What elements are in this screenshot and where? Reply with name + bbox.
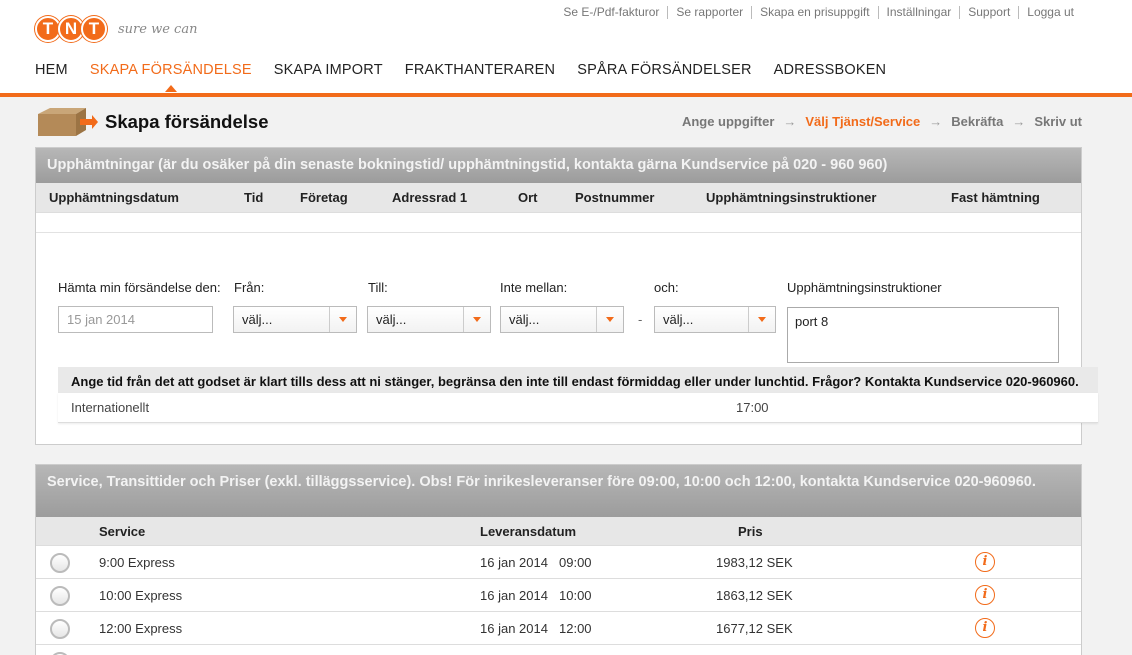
nav-track-shipments[interactable]: SPÅRA FÖRSÄNDELSER: [577, 62, 751, 78]
from-time-select[interactable]: välj...: [233, 306, 357, 333]
service-name: 10:00 Express: [99, 588, 183, 603]
services-panel: Service, Transittider och Priser (exkl. …: [35, 464, 1082, 655]
tnt-logo[interactable]: T N T sure we can: [35, 16, 197, 42]
delivery-time: 09:00: [559, 555, 592, 570]
services-table-header: Service Leveransdatum Pris: [36, 517, 1081, 546]
logo-slogan: sure we can: [118, 21, 198, 37]
step-arrow-icon: →: [1012, 114, 1026, 129]
service-row-partial[interactable]: [36, 645, 1081, 655]
date-label: Hämta min försändelse den:: [58, 280, 221, 295]
chevron-down-icon: [748, 307, 775, 332]
top-links: Se E-/Pdf-fakturor Se rapporter Skapa en…: [555, 6, 1082, 19]
col-postcode: Postnummer: [575, 190, 655, 205]
col-company: Företag: [300, 190, 348, 205]
intl-label: Internationellt: [71, 400, 150, 415]
international-cutoff-row: Internationellt 17:00: [58, 393, 1098, 423]
instructions-label: Upphämtningsinstruktioner: [787, 280, 942, 295]
to-time-value: välj...: [376, 312, 407, 327]
pickup-date-input[interactable]: 15 jan 2014: [58, 306, 213, 333]
delivery-date: 16 jan 2014: [480, 621, 548, 636]
info-icon[interactable]: i: [975, 585, 995, 605]
service-radio[interactable]: [50, 619, 70, 639]
service-radio[interactable]: [50, 553, 70, 573]
info-icon[interactable]: i: [975, 552, 995, 572]
col-instructions: Upphämtningsinstruktioner: [706, 190, 877, 205]
and-time-value: välj...: [663, 312, 694, 327]
link-support[interactable]: Support: [959, 6, 1018, 19]
range-dash: -: [638, 312, 643, 327]
service-price: 1983,12 SEK: [716, 555, 793, 570]
link-reports[interactable]: Se rapporter: [667, 6, 751, 19]
service-price: 1677,12 SEK: [716, 621, 793, 636]
empty-row-divider: [36, 232, 1081, 233]
to-label: Till:: [368, 280, 388, 295]
step-enter-details: Ange uppgifter: [681, 114, 775, 129]
service-name: 9:00 Express: [99, 555, 175, 570]
from-time-value: välj...: [242, 312, 273, 327]
col-time: Tid: [244, 190, 264, 205]
info-icon[interactable]: i: [975, 618, 995, 638]
progress-steps: Ange uppgifter → Välj Tjänst/Service → B…: [682, 114, 1082, 129]
nav-create-shipment[interactable]: SKAPA FÖRSÄNDELSE: [90, 62, 252, 92]
chevron-down-icon: [596, 307, 623, 332]
delivery-time: 12:00: [559, 621, 592, 636]
not-between-value: välj...: [509, 312, 540, 327]
delivery-date: 16 jan 2014: [480, 588, 548, 603]
service-radio[interactable]: [50, 586, 70, 606]
service-row[interactable]: 10:00 Express 16 jan 2014 10:00 1863,12 …: [36, 579, 1081, 612]
link-settings[interactable]: Inställningar: [877, 6, 960, 19]
col-price: Pris: [738, 524, 763, 539]
nav-address-book[interactable]: ADRESSBOKEN: [774, 62, 887, 78]
nav-freight-manager[interactable]: FRAKTHANTERAREN: [405, 62, 555, 78]
not-between-label: Inte mellan:: [500, 280, 568, 295]
nav-create-import[interactable]: SKAPA IMPORT: [274, 62, 383, 78]
delivery-time: 10:00: [559, 588, 592, 603]
services-heading: Service, Transittider och Priser (exkl. …: [36, 465, 1081, 517]
col-delivery-date: Leveransdatum: [480, 524, 577, 539]
chevron-down-icon: [463, 307, 490, 332]
link-quote[interactable]: Skapa en prisuppgift: [751, 6, 877, 19]
nav-home[interactable]: HEM: [35, 62, 68, 78]
main-nav: HEM SKAPA FÖRSÄNDELSE SKAPA IMPORT FRAKT…: [35, 62, 908, 92]
and-label: och:: [654, 280, 679, 295]
instructions-textarea[interactable]: port 8: [787, 307, 1059, 363]
logo-mark: T N T: [35, 16, 107, 42]
step-arrow-icon: →: [929, 114, 943, 129]
chevron-down-icon: [329, 307, 356, 332]
link-logout[interactable]: Logga ut: [1018, 6, 1082, 19]
pickups-table-header: Upphämtningsdatum Tid Företag Adressrad …: [36, 183, 1081, 213]
intl-time: 17:00: [736, 400, 769, 415]
pickups-heading: Upphämtningar (är du osäker på din senas…: [36, 148, 1081, 183]
pickups-panel: Upphämtningar (är du osäker på din senas…: [35, 147, 1098, 445]
delivery-date: 16 jan 2014: [480, 555, 548, 570]
step-confirm: Bekräfta: [951, 114, 1004, 129]
col-service: Service: [99, 524, 146, 539]
parcel-box-icon: [38, 108, 98, 136]
col-fixed-pickup: Fast hämtning: [951, 190, 1040, 205]
step-choose-service: Välj Tjänst/Service: [805, 114, 921, 129]
service-price: 1863,12 SEK: [716, 588, 793, 603]
and-time-select[interactable]: välj...: [654, 306, 776, 333]
service-row[interactable]: 9:00 Express 16 jan 2014 09:00 1983,12 S…: [36, 546, 1081, 579]
to-time-select[interactable]: välj...: [367, 306, 491, 333]
service-row[interactable]: 12:00 Express 16 jan 2014 12:00 1677,12 …: [36, 612, 1081, 645]
service-name: 12:00 Express: [99, 621, 183, 636]
logo-letter-t2: T: [81, 16, 107, 42]
col-pickup-date: Upphämtningsdatum: [49, 190, 179, 205]
step-print: Skriv ut: [1034, 114, 1082, 129]
col-address: Adressrad 1: [392, 190, 468, 205]
step-arrow-icon: →: [783, 114, 797, 129]
not-between-select[interactable]: välj...: [500, 306, 624, 333]
link-invoices[interactable]: Se E-/Pdf-fakturor: [555, 6, 667, 19]
from-label: Från:: [234, 280, 265, 295]
col-city: Ort: [518, 190, 538, 205]
page-title: Skapa försändelse: [105, 111, 269, 132]
